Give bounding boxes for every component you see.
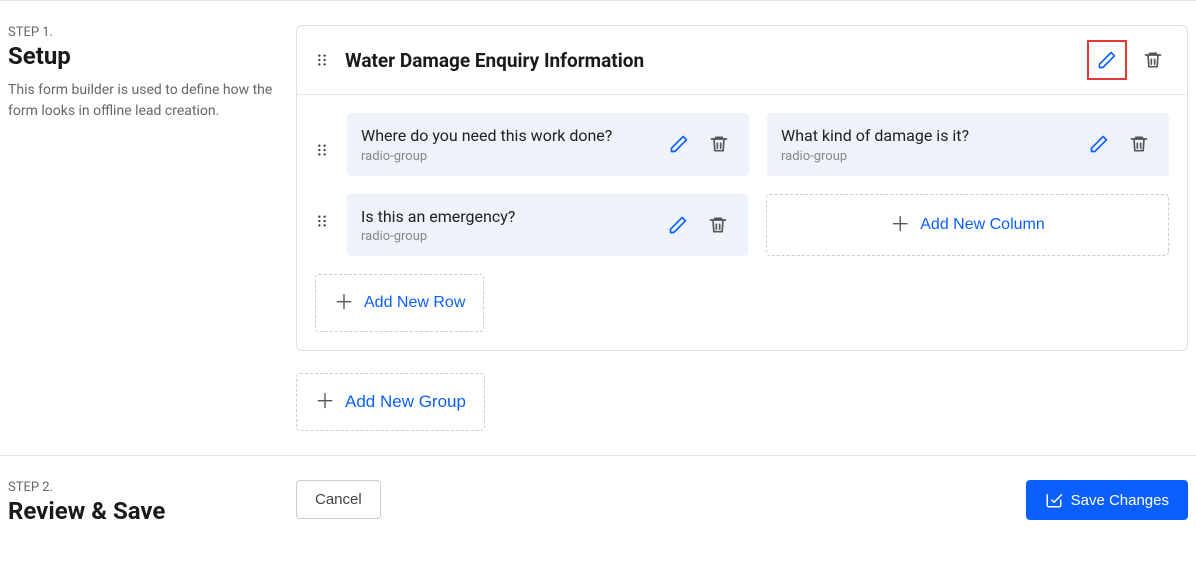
step2-number: STEP 2. [8, 480, 280, 495]
checkbox-icon [1045, 491, 1063, 509]
step1-sidebar: STEP 1. Setup This form builder is used … [8, 1, 296, 455]
add-row-button[interactable]: ＋ Add New Row [315, 274, 484, 332]
plus-icon: ＋ [890, 215, 910, 235]
field-title: Where do you need this work done? [361, 125, 663, 147]
form-column: What kind of damage is it? radio-group [767, 113, 1169, 176]
field-type: radio-group [781, 149, 1083, 164]
edit-group-button[interactable] [1091, 44, 1123, 76]
form-row: Where do you need this work done? radio-… [315, 113, 1169, 176]
add-group-button[interactable]: ＋ Add New Group [296, 373, 485, 431]
cancel-button[interactable]: Cancel [296, 480, 381, 519]
edit-field-button[interactable] [663, 128, 695, 160]
add-group-label: Add New Group [345, 392, 466, 412]
step1-description: This form builder is used to define how … [8, 80, 280, 122]
edit-group-highlight [1087, 40, 1127, 80]
drag-handle-icon[interactable] [315, 51, 329, 69]
save-button[interactable]: Save Changes [1026, 480, 1188, 520]
edit-field-button[interactable] [1083, 128, 1115, 160]
edit-field-button[interactable] [662, 209, 694, 241]
step1-number: STEP 1. [8, 25, 280, 40]
field-title: What kind of damage is it? [781, 125, 1083, 147]
field-type: radio-group [361, 149, 663, 164]
save-label: Save Changes [1071, 492, 1169, 509]
plus-icon: ＋ [334, 293, 354, 313]
add-column-label: Add New Column [920, 216, 1045, 234]
delete-group-button[interactable] [1137, 44, 1169, 76]
delete-field-button[interactable] [703, 128, 735, 160]
form-column: Where do you need this work done? radio-… [347, 113, 749, 176]
plus-icon: ＋ [315, 392, 335, 412]
drag-handle-icon[interactable] [315, 113, 329, 159]
form-row: Is this an emergency? radio-group ＋ Add … [315, 194, 1169, 257]
form-column: Is this an emergency? radio-group [347, 194, 748, 257]
group-title: Water Damage Enquiry Information [345, 49, 1087, 72]
add-column-button[interactable]: ＋ Add New Column [766, 194, 1169, 256]
form-group: Water Damage Enquiry Information Where d… [296, 25, 1188, 351]
step2-title: Review & Save [8, 497, 280, 525]
delete-field-button[interactable] [702, 209, 734, 241]
add-row-label: Add New Row [364, 294, 465, 312]
step1-title: Setup [8, 42, 280, 70]
step2-sidebar: STEP 2. Review & Save [8, 480, 296, 535]
field-title: Is this an emergency? [361, 206, 662, 228]
field-type: radio-group [361, 229, 662, 244]
drag-handle-icon[interactable] [315, 194, 329, 230]
delete-field-button[interactable] [1123, 128, 1155, 160]
